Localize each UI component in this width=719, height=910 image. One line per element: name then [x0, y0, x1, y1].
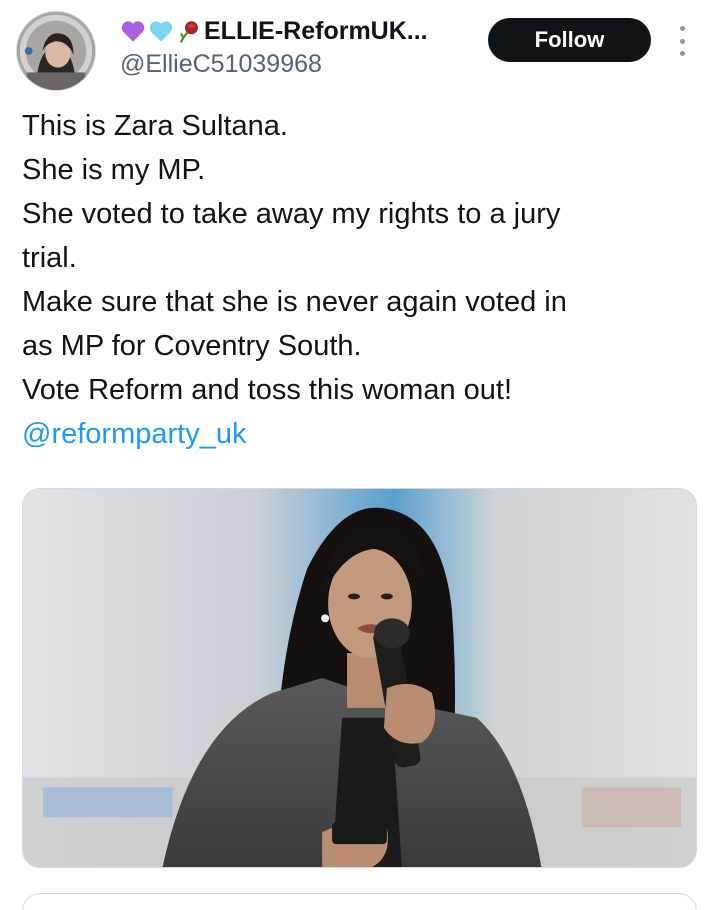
- tweet-line: trial.: [22, 242, 77, 274]
- tweet-media-image[interactable]: [22, 488, 697, 868]
- purple-heart-icon: [120, 18, 146, 44]
- tweet-line: Vote Reform and toss this woman out!: [22, 374, 513, 406]
- avatar[interactable]: [16, 11, 96, 91]
- display-name[interactable]: ELLIE-ReformUK...: [120, 13, 428, 49]
- tweet-line: This is Zara Sultana.: [22, 110, 288, 142]
- user-handle[interactable]: @EllieC51039968: [120, 50, 322, 79]
- display-name-text: ELLIE-ReformUK...: [204, 16, 428, 45]
- more-options-icon[interactable]: [672, 26, 692, 56]
- tweet-line: Make sure that she is never again voted …: [22, 286, 567, 318]
- tweet-text: This is Zara Sultana. She is my MP. She …: [22, 104, 702, 456]
- wilted-rose-icon: [176, 18, 202, 44]
- tweet-line: She voted to take away my rights to a ju…: [22, 198, 561, 230]
- mention-link[interactable]: @reformparty_uk: [22, 412, 702, 456]
- light-blue-heart-icon: [148, 18, 174, 44]
- tweet-line: She is my MP.: [22, 154, 206, 186]
- tweet-line: as MP for Coventry South.: [22, 330, 362, 362]
- next-card[interactable]: [22, 893, 697, 910]
- avatar-image: [17, 12, 95, 90]
- photo-illustration: [23, 489, 696, 867]
- follow-button[interactable]: Follow: [488, 18, 651, 62]
